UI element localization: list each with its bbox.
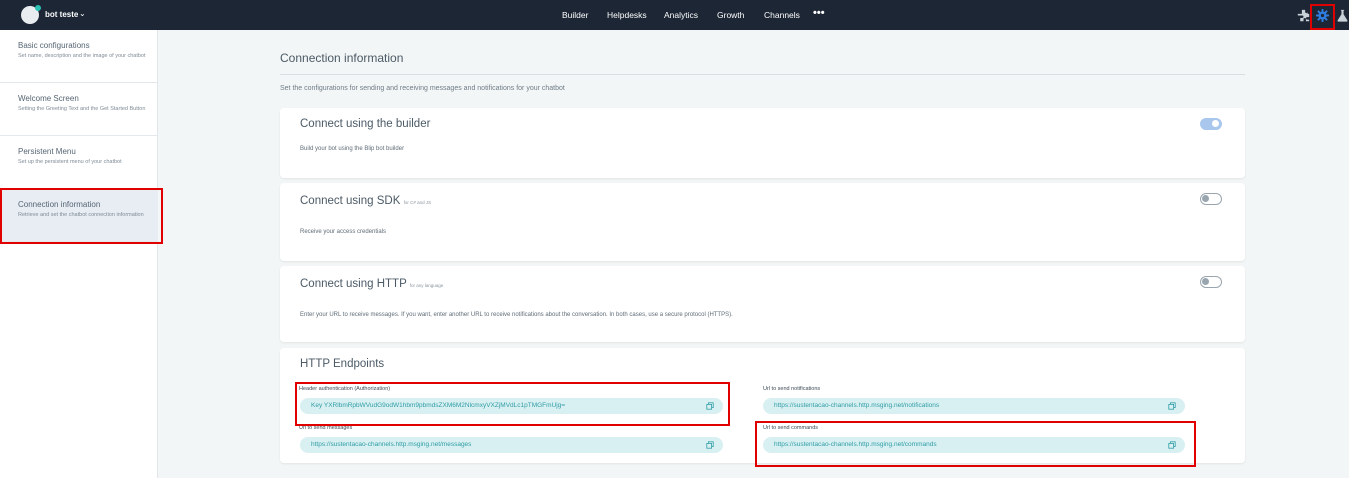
card-title: Connect using SDK for C# and JS — [300, 195, 432, 207]
page-description: Set the configurations for sending and r… — [280, 85, 565, 92]
http-connection-card: Connect using HTTP for any language Ente… — [280, 266, 1245, 342]
sidebar-item-description: Setting the Greeting Text and the Get St… — [18, 106, 146, 112]
auth-header-highlight — [295, 382, 730, 426]
toggle-knob — [1202, 195, 1209, 202]
sidebar-item-title: Basic configurations — [18, 41, 90, 50]
copy-icon[interactable] — [1168, 402, 1176, 410]
bot-avatar[interactable] — [21, 5, 41, 24]
card-title: HTTP Endpoints — [300, 358, 385, 370]
notifications-url-field[interactable]: https://sustentacao-channels.http.msging… — [763, 398, 1185, 414]
connection-info-highlight — [0, 188, 163, 244]
nav-growth[interactable]: Growth — [717, 10, 744, 20]
card-subtitle: for any language — [409, 283, 444, 288]
http-toggle[interactable] — [1200, 276, 1222, 288]
sidebar-item-title: Persistent Menu — [18, 147, 76, 156]
toggle-knob — [1202, 278, 1209, 285]
page-title: Connection information — [280, 51, 404, 65]
field-value: https://sustentacao-channels.http.msging… — [774, 402, 940, 409]
sidebar-item-description: Set name, description and the image of y… — [18, 53, 146, 59]
sidebar: Basic configurations Set name, descripti… — [0, 30, 158, 478]
more-menu-button[interactable]: ••• — [813, 7, 825, 19]
builder-toggle[interactable] — [1200, 118, 1222, 130]
divider — [280, 74, 1245, 75]
card-description: Receive your access credentials — [300, 229, 387, 235]
nav-analytics[interactable]: Analytics — [664, 10, 698, 20]
sidebar-item-welcome-screen[interactable]: Welcome Screen Setting the Greeting Text… — [0, 83, 158, 136]
sdk-toggle[interactable] — [1200, 193, 1222, 205]
card-subtitle: for C# and JS — [403, 200, 432, 205]
sidebar-item-description: Set up the persistent menu of your chatb… — [18, 159, 122, 165]
sidebar-item-persistent-menu[interactable]: Persistent Menu Set up the persistent me… — [0, 136, 158, 189]
messages-url-field[interactable]: https://sustentacao-channels.http.msging… — [300, 437, 723, 453]
top-navbar: bot teste ⌄ Builder Helpdesks Analytics … — [0, 0, 1349, 30]
status-dot — [35, 5, 41, 11]
sdk-connection-card: Connect using SDK for C# and JS Receive … — [280, 183, 1245, 261]
card-title: Connect using the builder — [300, 118, 431, 130]
lab-flask-icon[interactable] — [1336, 9, 1349, 22]
field-value: https://sustentacao-channels.http.msging… — [311, 441, 472, 448]
commands-url-highlight — [755, 421, 1196, 467]
nav-channels[interactable]: Channels — [764, 10, 800, 20]
card-description: Build your bot using the Blip bot builde… — [300, 146, 405, 152]
settings-highlight — [1310, 4, 1335, 30]
bot-name[interactable]: bot teste — [45, 10, 78, 19]
copy-icon[interactable] — [706, 441, 714, 449]
chevron-down-icon[interactable]: ⌄ — [79, 9, 86, 18]
nav-helpdesks[interactable]: Helpdesks — [607, 10, 647, 20]
toggle-knob — [1212, 120, 1219, 127]
card-description: Enter your URL to receive messages. If y… — [300, 312, 733, 318]
sidebar-item-basic-configurations[interactable]: Basic configurations Set name, descripti… — [0, 30, 158, 83]
card-title: Connect using HTTP for any language — [300, 278, 444, 290]
builder-connection-card: Connect using the builder Build your bot… — [280, 108, 1245, 178]
extensions-icon[interactable] — [1297, 9, 1310, 22]
notifications-url-label: Url to send notifications — [763, 386, 821, 392]
nav-builder[interactable]: Builder — [562, 10, 588, 20]
sidebar-item-title: Welcome Screen — [18, 94, 79, 103]
